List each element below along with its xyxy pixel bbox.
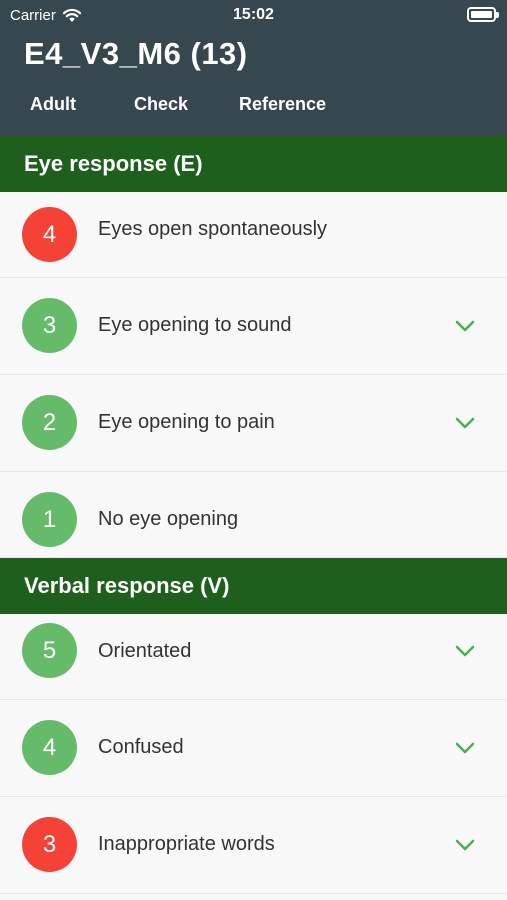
eye-option-4[interactable]: 4 Eyes open spontaneously (0, 192, 507, 278)
checkmark-icon (455, 645, 475, 657)
eye-option-2[interactable]: 2 Eye opening to pain (0, 375, 507, 472)
status-bar: Carrier 15:02 (0, 0, 507, 30)
app-header: Carrier 15:02 E4_V3_M6 (13) Adult Check … (0, 0, 507, 136)
score-badge: 3 (22, 298, 77, 353)
verbal-option-3[interactable]: 3 Inappropriate words (0, 797, 507, 894)
tab-bar: Adult Check Reference (0, 94, 507, 124)
tab-check[interactable]: Check (134, 94, 188, 115)
score-badge: 4 (22, 207, 77, 262)
battery-icon (467, 7, 499, 22)
verbal-option-5[interactable]: 5 Orientated (0, 614, 507, 700)
option-label: Eyes open spontaneously (98, 218, 328, 240)
option-label: No eye opening (98, 508, 239, 530)
score-badge: 3 (22, 817, 77, 872)
eye-option-1[interactable]: 1 No eye opening (0, 472, 507, 558)
score-badge: 5 (22, 623, 77, 678)
tab-reference[interactable]: Reference (239, 94, 326, 115)
page-title: E4_V3_M6 (13) (24, 36, 248, 71)
eye-option-3[interactable]: 3 Eye opening to sound (0, 278, 507, 375)
status-time: 15:02 (233, 6, 274, 23)
verbal-option-4[interactable]: 4 Confused (0, 700, 507, 797)
option-label: Eye opening to pain (98, 411, 275, 433)
checkmark-icon (455, 839, 475, 851)
score-badge: 1 (22, 492, 77, 547)
option-label: Eye opening to sound (98, 314, 292, 336)
checkmark-icon (455, 417, 475, 429)
tab-adult[interactable]: Adult (30, 94, 76, 115)
option-label: Orientated (98, 640, 192, 662)
section-header-eye-response: Eye response (E) (0, 136, 507, 192)
score-badge: 4 (22, 720, 77, 775)
section-header-verbal-response: Verbal response (V) (0, 558, 507, 614)
option-label: Inappropriate words (98, 833, 275, 855)
option-label: Confused (98, 736, 184, 758)
score-badge: 2 (22, 395, 77, 450)
checkmark-icon (455, 320, 475, 332)
checkmark-icon (455, 742, 475, 754)
